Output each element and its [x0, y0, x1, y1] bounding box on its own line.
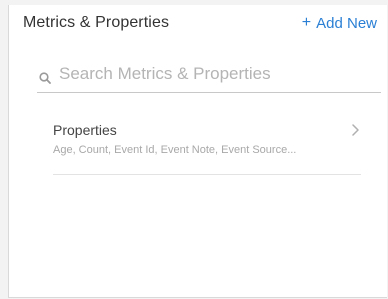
add-new-button[interactable]: + Add New	[302, 14, 377, 32]
search-box	[37, 55, 381, 93]
add-new-label: Add New	[316, 14, 377, 32]
plus-icon: +	[301, 14, 312, 31]
chevron-right-icon	[351, 123, 361, 137]
search-input[interactable]	[59, 61, 369, 87]
panel-title: Metrics & Properties	[23, 14, 170, 31]
panel-header: Metrics & Properties + Add New	[9, 5, 387, 41]
list-item-subtitle: Age, Count, Event Id, Event Note, Event …	[53, 144, 297, 156]
metrics-properties-panel: Metrics & Properties + Add New Propertie…	[8, 5, 387, 298]
list-item-title: Properties	[53, 122, 117, 138]
list-item-properties[interactable]: Properties Age, Count, Event Id, Event N…	[53, 117, 361, 175]
search-icon	[39, 71, 51, 84]
